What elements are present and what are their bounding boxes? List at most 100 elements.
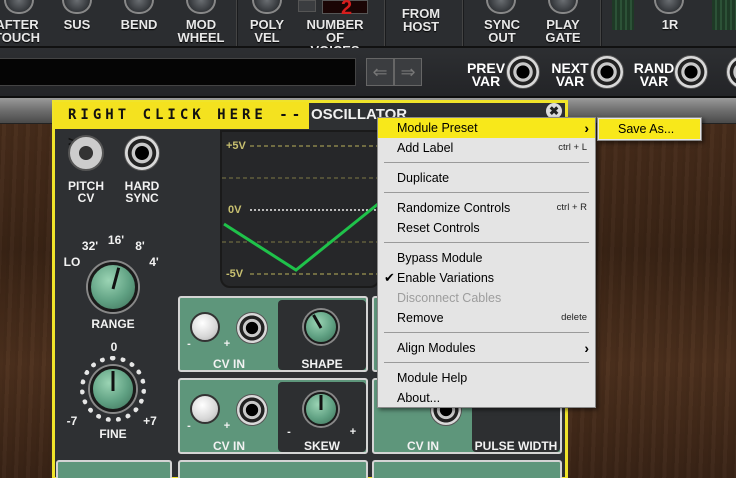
menu-label: About... [397,391,441,405]
menu-item-about[interactable]: About... [378,388,595,408]
pitch-cv-label: PITCH CV [68,179,104,205]
hard-sync-jack[interactable] [124,135,160,171]
out-1r-label: 1R [661,17,679,32]
skew-label: SKEW [304,439,340,453]
range-tick-lo: LO [63,255,81,269]
sus-label: SUS [63,17,91,32]
menu-item-randomize-controls[interactable]: Randomize Controls ctrl + R [378,198,595,218]
skew-cv-jack[interactable] [236,394,268,426]
menu-item-add-label[interactable]: Add Label ctrl + L [378,138,595,158]
poly-vel-label: POLY VEL [249,17,285,45]
menu-item-remove[interactable]: Remove delete [378,308,595,328]
shape-cv-in-label: CV IN [212,357,245,371]
menu-item-enable-variations[interactable]: ✔ Enable Variations [378,268,595,288]
menu-label: Module Help [397,371,468,385]
menu-label: Enable Variations [397,271,495,285]
pulse-width-cv-in-label: CV IN [406,439,439,453]
divider [462,0,464,46]
rand-var-jack[interactable] [674,55,708,89]
sync-out-label: SYNC OUT [483,17,521,45]
mod-wheel-jack[interactable] [186,0,216,14]
menu-label: Disconnect Cables [397,291,502,305]
menu-item-align-modules[interactable]: Align Modules › [378,338,595,358]
next-patch-button[interactable]: ⇒ [394,58,422,86]
module-preset-submenu: Save As... [597,117,702,141]
next-var-label: NEXT VAR [551,60,589,89]
range-tick-4: 4' [149,255,159,269]
level-meter [712,0,736,30]
skew-panel: - + CV IN SKEW - + [178,378,368,454]
range-knob[interactable] [88,262,138,312]
skew-cv-attenuator[interactable] [190,394,220,424]
menu-label: Module Preset [397,121,478,135]
next-var-jack[interactable] [590,55,624,89]
fine-label: FINE [99,427,127,441]
chevron-right-icon: › [584,120,589,136]
menu-shortcut: ctrl + R [556,202,587,213]
range-tick-16: 16' [107,233,125,247]
bottom-panel [178,460,368,478]
sus-jack[interactable] [62,0,92,14]
menu-shortcut: delete [561,312,587,323]
scope-label-plus5v: +5V [226,140,246,152]
menu-item-bypass-module[interactable]: Bypass Module [378,248,595,268]
patch-name-field[interactable] [0,58,356,86]
poly-vel-jack[interactable] [252,0,282,14]
fine-tick-zero: 0 [110,340,118,354]
menu-label: Duplicate [397,171,450,185]
voices-down-button[interactable] [298,0,316,12]
waveform-trace [223,202,379,272]
scope-graph [222,145,379,275]
mod-wheel-label: MOD WHEEL [177,17,225,45]
pitch-cv-jack[interactable] [68,135,104,171]
shape-knob[interactable] [304,310,338,344]
bend-label: BEND [120,17,158,32]
shape-panel: - + CV IN SHAPE [178,296,368,372]
out-1r-jack[interactable] [654,0,684,14]
menu-item-disconnect-cables: Disconnect Cables [378,288,595,308]
menu-separator [384,332,589,333]
prev-var-jack[interactable] [506,55,540,89]
divider [236,0,238,46]
fine-knob[interactable] [90,366,136,412]
shape-cv-attenuator[interactable] [190,312,220,342]
menu-separator [384,162,589,163]
bend-jack[interactable] [124,0,154,14]
after-touch-jack[interactable] [4,0,34,14]
skew-knob[interactable] [304,392,338,426]
sync-out-jack[interactable] [486,0,516,14]
menu-label: Remove [397,311,444,325]
after-touch-label: AFTER TOUCH [0,17,40,45]
rand-var-label: RAND VAR [633,60,675,89]
menu-item-save-as[interactable]: Save As... [599,119,700,139]
menu-item-duplicate[interactable]: Duplicate [378,168,595,188]
range-tick-8: 8' [135,239,145,253]
menu-item-module-help[interactable]: Module Help [378,368,595,388]
prev-patch-button[interactable]: ⇐ [366,58,394,86]
menu-label: Randomize Controls [397,201,511,215]
chevron-right-icon: › [584,340,589,356]
top-rack-strip: AFTER TOUCH SUS BEND MOD WHEEL POLY VEL … [0,0,736,57]
menu-separator [384,242,589,243]
menu-item-reset-controls[interactable]: Reset Controls [378,218,595,238]
menu-item-module-preset[interactable]: Module Preset › [378,118,595,138]
menu-label: Align Modules [397,341,476,355]
shape-minus: - [187,338,191,350]
scope-label-minus5v: -5V [226,268,244,280]
skew-knob-plus: + [349,426,357,438]
pulse-width-label: PULSE WIDTH [474,439,558,453]
play-gate-label: PLAY GATE [545,17,581,45]
knob-pointer [111,267,121,290]
voices-display: 2 [322,0,368,19]
fine-tick-plus: +7 [143,414,157,428]
shape-plus: + [223,338,231,350]
skew-plus: + [223,420,231,432]
menu-label: Reset Controls [397,221,480,235]
bottom-panel [372,460,562,478]
scope-label-0v: 0V [228,204,242,216]
knob-pointer [319,395,323,410]
skew-knob-minus: - [287,426,291,438]
skew-minus: - [187,420,191,432]
play-gate-jack[interactable] [548,0,578,14]
shape-cv-jack[interactable] [236,312,268,344]
